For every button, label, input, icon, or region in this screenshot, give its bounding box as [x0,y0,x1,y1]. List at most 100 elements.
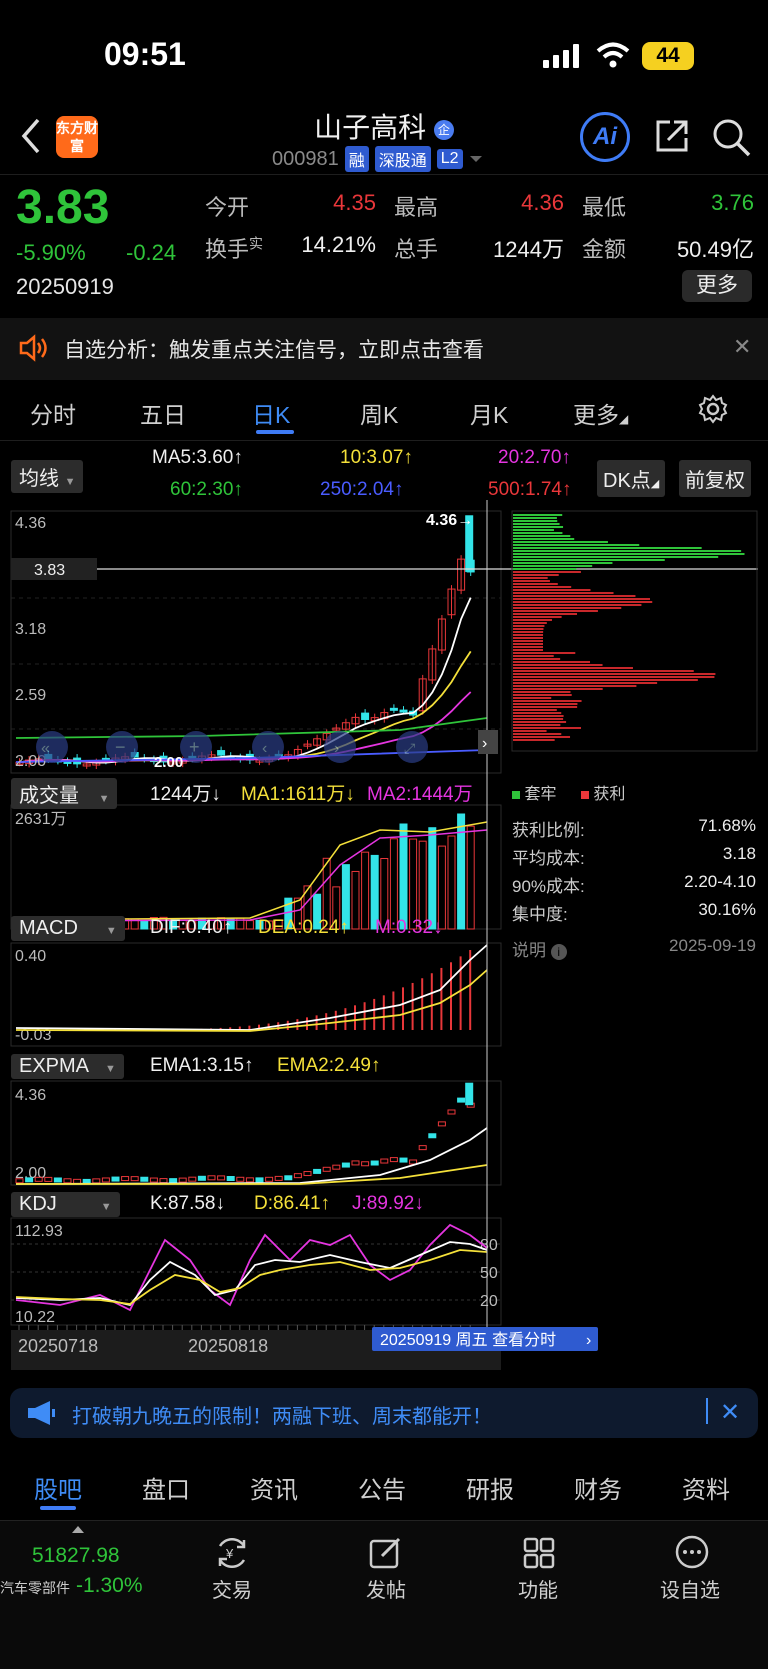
chip-bar [513,667,633,669]
chevron-right-icon[interactable]: › [482,735,487,752]
chip-bar [513,724,560,726]
edit-post-icon[interactable] [368,1536,402,1570]
stock-code-row[interactable]: 000981 融 深股通 L2 [272,146,483,172]
tab-monthly-k[interactable]: 月K [470,396,508,430]
chip-bar [513,640,543,642]
chevron-right-icon: › [586,1332,591,1349]
ai-assistant-button[interactable]: Ai [580,112,630,162]
kdj-j-text: J:89.92 [352,1193,414,1214]
tab-more-label: 更多 [573,402,619,428]
stock-code: 000981 [272,148,339,171]
ma-selector[interactable]: 均线 ▼ [11,460,83,493]
chip-row-label: 90%成本: [512,872,585,900]
index-change[interactable]: -1.30% [76,1574,143,1598]
rewind-icon[interactable]: « [41,740,50,757]
more-dots-icon[interactable] [674,1534,710,1570]
more-quote-button[interactable]: 更多 [682,270,752,302]
volume-bar [410,839,417,929]
volume-bar [362,852,369,929]
enterprise-badge: 企 [434,120,454,140]
expma-candle [218,1176,225,1180]
next-icon[interactable]: › [334,740,339,757]
kdj-d: D:86.41↑ [254,1193,330,1215]
volume-label: 总手 [394,232,438,264]
chip-bar [513,658,560,660]
tab-forum[interactable]: 股吧 [34,1470,82,1505]
legend-profit: 获利 [593,786,625,803]
ma60-text: 60:2.30 [170,479,233,500]
dk-point-button[interactable]: DK点◢ [597,460,665,497]
search-icon[interactable] [710,116,752,158]
macd-dif: DIF:0.40↑ [150,917,232,939]
expma-candle [275,1176,282,1180]
tab-news[interactable]: 资讯 [250,1470,298,1505]
volume-selector[interactable]: 成交量 ▼ [11,778,117,809]
tab-five-day[interactable]: 五日 [140,396,186,430]
expma-candle [342,1163,349,1167]
high-marker-label: 4.36→ [426,512,473,529]
gear-icon[interactable] [698,394,728,424]
candle-body [390,708,397,710]
tab-announcements[interactable]: 公告 [358,1470,406,1505]
vol-axis-top: 2631万 [15,811,67,828]
expand-up-icon[interactable] [72,1526,84,1533]
function-label[interactable]: 功能 [518,1574,558,1603]
post-label[interactable]: 发帖 [366,1574,406,1603]
ma60-value: 60:2.30↑ [170,479,243,501]
bottom-tab-underline [40,1506,76,1510]
expma-selector[interactable]: EXPMA ▼ [11,1054,124,1079]
chip-note-label: 说明 [512,941,546,960]
chip-bar [513,736,570,738]
chip-bar [513,643,543,645]
chip-row: 集中度: 30.16% [512,900,756,928]
trade-icon[interactable]: ¥ [214,1536,250,1570]
tab-research[interactable]: 研报 [466,1470,514,1505]
chip-bar [513,685,636,687]
volume-selector-label: 成交量 [19,785,79,807]
prev-icon[interactable]: ‹ [262,740,267,757]
turnover-label: 换手实 [205,232,263,264]
tab-financials[interactable]: 财务 [574,1470,622,1505]
chip-bar [513,733,561,735]
index-value[interactable]: 51827.98 [32,1544,120,1568]
notice-close-button[interactable]: ✕ [733,334,751,360]
tab-orderbook[interactable]: 盘口 [142,1470,190,1505]
volume-bar [467,826,474,929]
chip-bar [513,550,741,552]
adjust-button[interactable]: 前复权 [679,460,751,497]
chip-bar [513,538,574,540]
chip-bar [513,727,581,729]
tab-profile[interactable]: 资料 [682,1470,730,1505]
expma-axis-top: 4.36 [15,1087,46,1104]
k-axis-top: 4.36 [15,515,46,532]
ma250-text: 250:2.04 [320,479,394,500]
crosshair-date-label[interactable]: 20250919 周五 查看分时 [380,1331,556,1349]
tab-daily-k[interactable]: 日K [252,396,290,430]
kdj-selector[interactable]: KDJ ▼ [11,1192,120,1217]
chip-bar [513,541,608,543]
tab-more[interactable]: 更多◢ [573,396,628,430]
chip-note-date: 2025-09-19 [669,936,756,964]
index-name[interactable]: 汽车零部件 [0,1578,70,1598]
macd-selector[interactable]: MACD ▼ [11,916,125,941]
kdj-k: K:87.58↓ [150,1193,225,1215]
change-percent: -5.90% [16,240,86,266]
expma-ema1: EMA1:3.15↑ [150,1055,254,1077]
expand-icon[interactable]: ⤢ [404,740,415,756]
apps-icon[interactable] [522,1536,556,1570]
tab-weekly-k[interactable]: 周K [360,396,398,430]
share-icon[interactable] [652,116,692,156]
caret-down-icon: ▼ [101,1201,112,1213]
kdj-d-text: D:86.41 [254,1193,321,1214]
trade-label[interactable]: 交易 [212,1574,252,1603]
chip-bar [513,577,548,579]
add-watchlist-label[interactable]: 设自选 [660,1574,720,1603]
chip-note-row[interactable]: 说明 i 2025-09-19 [512,936,756,964]
chip-bar [513,673,715,675]
tab-intraday[interactable]: 分时 [30,396,76,430]
promo-close-button[interactable]: ✕ [720,1398,740,1427]
chip-row-value: 30.16% [698,900,756,928]
zoom-in-icon[interactable]: + [189,737,200,757]
kdj-axis-top: 112.93 [15,1223,63,1240]
zoom-out-icon[interactable]: − [115,737,126,757]
